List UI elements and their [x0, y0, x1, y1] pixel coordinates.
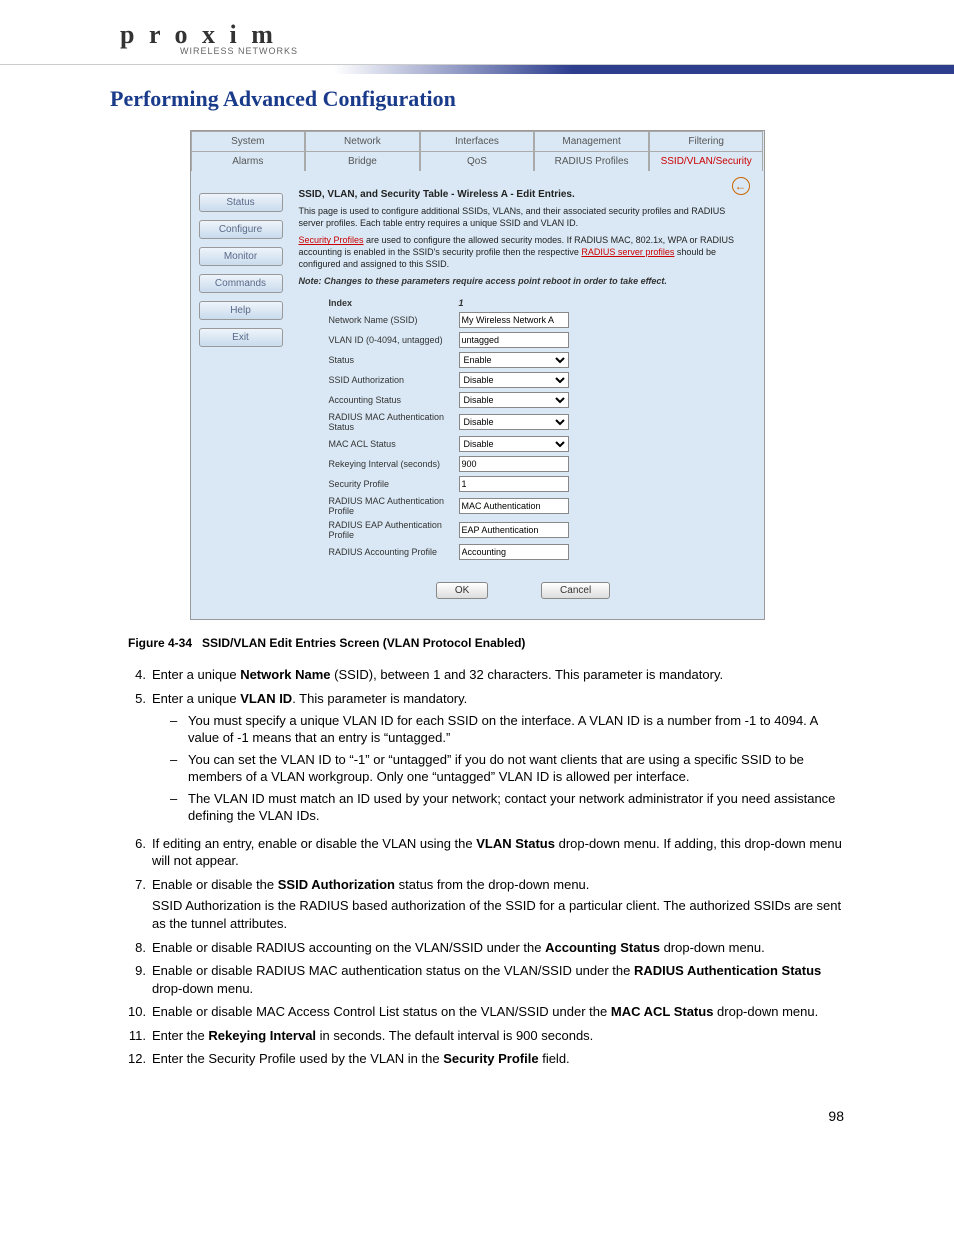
input-sec-profile[interactable]: [459, 476, 569, 492]
page-number: 98: [0, 1108, 844, 1124]
sidebar: Status Configure Monitor Commands Help E…: [191, 171, 291, 619]
step-7: Enable or disable the SSID Authorization…: [152, 876, 844, 933]
tab-radius-profiles[interactable]: RADIUS Profiles: [534, 151, 649, 171]
step-5: Enter a unique VLAN ID. This parameter i…: [152, 690, 844, 829]
panel-desc-2: Security Profiles are used to configure …: [299, 235, 748, 270]
tab-ssid-vlan-security[interactable]: SSID/VLAN/Security: [649, 151, 764, 171]
value-index: 1: [459, 298, 464, 308]
label-reap-profile: RADIUS EAP Authentication Profile: [329, 520, 459, 540]
panel-desc-1: This page is used to configure additiona…: [299, 206, 748, 229]
sidebar-item-exit[interactable]: Exit: [199, 328, 283, 347]
tab-bridge[interactable]: Bridge: [305, 151, 420, 171]
figure-caption: Figure 4-34 SSID/VLAN Edit Entries Scree…: [128, 636, 954, 650]
tab-network[interactable]: Network: [305, 131, 420, 151]
tab-interfaces[interactable]: Interfaces: [420, 131, 535, 151]
label-radius-mac: RADIUS MAC Authentication Status: [329, 412, 459, 432]
tab-system[interactable]: System: [191, 131, 306, 151]
input-ssid[interactable]: [459, 312, 569, 328]
config-screenshot: System Network Interfaces Management Fil…: [190, 130, 765, 620]
header-divider: [0, 64, 954, 74]
step-9: Enable or disable RADIUS MAC authenticat…: [152, 962, 844, 997]
input-racct-profile[interactable]: [459, 544, 569, 560]
tab-management[interactable]: Management: [534, 131, 649, 151]
input-vlan[interactable]: [459, 332, 569, 348]
label-ssid: Network Name (SSID): [329, 315, 459, 325]
step-10: Enable or disable MAC Access Control Lis…: [152, 1003, 844, 1021]
sidebar-item-monitor[interactable]: Monitor: [199, 247, 283, 266]
panel-heading: SSID, VLAN, and Security Table - Wireles…: [299, 189, 748, 200]
ok-button[interactable]: OK: [436, 582, 488, 599]
tab-row-2: Alarms Bridge QoS RADIUS Profiles SSID/V…: [191, 151, 764, 171]
step-12: Enter the Security Profile used by the V…: [152, 1050, 844, 1068]
label-ssid-auth: SSID Authorization: [329, 375, 459, 385]
page-title: Performing Advanced Configuration: [110, 86, 954, 112]
cancel-button[interactable]: Cancel: [541, 582, 610, 599]
reboot-note: Note: Changes to these parameters requir…: [299, 276, 748, 286]
sidebar-item-commands[interactable]: Commands: [199, 274, 283, 293]
label-mac-acl: MAC ACL Status: [329, 439, 459, 449]
label-accounting: Accounting Status: [329, 395, 459, 405]
label-index: Index: [329, 298, 459, 308]
link-radius-profiles[interactable]: RADIUS server profiles: [581, 247, 674, 257]
input-rmac-profile[interactable]: [459, 498, 569, 514]
sidebar-item-configure[interactable]: Configure: [199, 220, 283, 239]
label-racct-profile: RADIUS Accounting Profile: [329, 547, 459, 557]
tab-alarms[interactable]: Alarms: [191, 151, 306, 171]
step-4: Enter a unique Network Name (SSID), betw…: [152, 666, 844, 684]
input-reap-profile[interactable]: [459, 522, 569, 538]
select-ssid-auth[interactable]: Disable: [459, 372, 569, 388]
label-rekey: Rekeying Interval (seconds): [329, 459, 459, 469]
select-radius-mac[interactable]: Disable: [459, 414, 569, 430]
brand-header: p r o x i m WIRELESS NETWORKS: [0, 20, 954, 56]
step-8: Enable or disable RADIUS accounting on t…: [152, 939, 844, 957]
label-sec-profile: Security Profile: [329, 479, 459, 489]
step-6: If editing an entry, enable or disable t…: [152, 835, 844, 870]
step-11: Enter the Rekeying Interval in seconds. …: [152, 1027, 844, 1045]
tab-filtering[interactable]: Filtering: [649, 131, 764, 151]
label-vlan: VLAN ID (0-4094, untagged): [329, 335, 459, 345]
sidebar-item-status[interactable]: Status: [199, 193, 283, 212]
instruction-list: 4. Enter a unique Network Name (SSID), b…: [128, 666, 844, 1067]
brand-tagline: WIRELESS NETWORKS: [180, 46, 954, 56]
main-panel: ← SSID, VLAN, and Security Table - Wirel…: [291, 171, 764, 619]
label-rmac-profile: RADIUS MAC Authentication Profile: [329, 496, 459, 516]
select-status[interactable]: Enable: [459, 352, 569, 368]
sidebar-item-help[interactable]: Help: [199, 301, 283, 320]
select-mac-acl[interactable]: Disable: [459, 436, 569, 452]
input-rekey[interactable]: [459, 456, 569, 472]
back-icon[interactable]: ←: [732, 177, 750, 195]
tab-qos[interactable]: QoS: [420, 151, 535, 171]
label-status: Status: [329, 355, 459, 365]
link-security-profiles[interactable]: Security Profiles: [299, 235, 364, 245]
tab-row-1: System Network Interfaces Management Fil…: [191, 131, 764, 151]
select-accounting[interactable]: Disable: [459, 392, 569, 408]
